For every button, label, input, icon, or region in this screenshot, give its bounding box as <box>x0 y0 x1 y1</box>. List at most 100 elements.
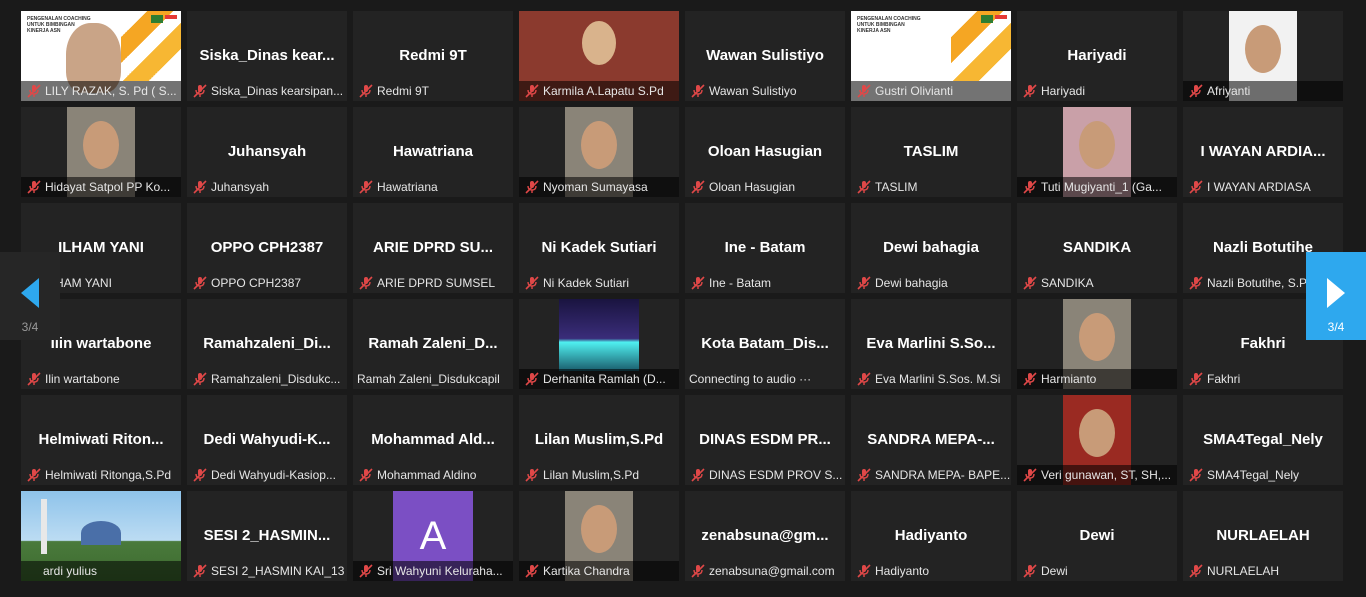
mic-muted-icon <box>1188 564 1204 578</box>
page-indicator-left: 3/4 <box>21 320 39 334</box>
participant-display-name: zenabsuna@gm... <box>701 527 829 544</box>
participant-display-name: SESI 2_HASMIN... <box>203 527 331 544</box>
participant-tile[interactable]: SANDRA MEPA-... SANDRA MEPA- BAPE... <box>851 395 1011 485</box>
participant-tile[interactable]: SANDIKA SANDIKA <box>1017 203 1177 293</box>
participant-tile[interactable]: Kartika Chandra <box>519 491 679 581</box>
page-indicator-right: 3/4 <box>1327 320 1345 334</box>
mic-muted-icon <box>26 84 42 98</box>
participant-tile[interactable]: Ni Kadek Sutiari Ni Kadek Sutiari <box>519 203 679 293</box>
triangle-right-icon <box>1327 278 1345 308</box>
participant-display-name: Mohammad Ald... <box>371 431 495 448</box>
participant-name-label: Ine - Batam <box>709 276 772 290</box>
participant-tile[interactable]: NURLAELAH NURLAELAH <box>1183 491 1343 581</box>
mic-muted-icon <box>358 468 374 482</box>
logo-icon <box>981 15 993 23</box>
mic-muted-icon <box>1022 180 1038 194</box>
participant-tile[interactable]: Afriyanti <box>1183 11 1343 101</box>
mic-muted-icon <box>192 468 208 482</box>
participant-tile[interactable]: Hadiyanto Hadiyanto <box>851 491 1011 581</box>
mic-muted-icon <box>524 276 540 290</box>
participant-tile[interactable]: Lilan Muslim,S.Pd Lilan Muslim,S.Pd <box>519 395 679 485</box>
participant-tile[interactable]: ARIE DPRD SU... ARIE DPRD SUMSEL <box>353 203 513 293</box>
previous-page-button[interactable]: 3/4 <box>0 252 60 340</box>
participant-display-name: Dedi Wahyudi-K... <box>203 431 331 448</box>
participant-name-label: Juhansyah <box>211 180 270 194</box>
participant-tile[interactable]: Tuti Mugiyanti_1 (Ga... <box>1017 107 1177 197</box>
participant-tile[interactable]: Karmila A.Lapatu S.Pd <box>519 11 679 101</box>
participant-display-name: Lilan Muslim,S.Pd <box>534 431 664 448</box>
participant-tile[interactable]: Hidayat Satpol PP Ko... <box>21 107 181 197</box>
next-page-button[interactable]: 3/4 <box>1306 252 1366 340</box>
participant-tile[interactable]: Mohammad Ald... Mohammad Aldino <box>353 395 513 485</box>
participant-tile[interactable]: SMA4Tegal_Nely SMA4Tegal_Nely <box>1183 395 1343 485</box>
mic-muted-icon <box>358 84 374 98</box>
triangle-left-icon <box>21 278 39 308</box>
participant-tile[interactable]: Ramahzaleni_Di... Ramahzaleni_Disdukc... <box>187 299 347 389</box>
participant-name-label: ARIE DPRD SUMSEL <box>377 276 496 290</box>
participant-name-label: SANDIKA <box>1041 276 1094 290</box>
participant-name-label: zenabsuna@gmail.com <box>709 564 835 578</box>
participant-name-label: Dedi Wahyudi-Kasiop... <box>211 468 336 482</box>
participant-tile[interactable]: Oloan Hasugian Oloan Hasugian <box>685 107 845 197</box>
participant-display-name: DINAS ESDM PR... <box>699 431 831 448</box>
participant-name-label: Gustri Olivianti <box>875 84 954 98</box>
participant-tile[interactable]: SESI 2_HASMIN... SESI 2_HASMIN KAI_13 <box>187 491 347 581</box>
participant-tile[interactable]: PENGENALAN COACHING UNTUK BIMBINGAN KINE… <box>851 11 1011 101</box>
mic-muted-icon <box>524 468 540 482</box>
participant-tile[interactable]: Hawatriana Hawatriana <box>353 107 513 197</box>
participant-tile[interactable]: PENGENALAN COACHING UNTUK BIMBINGAN KINE… <box>21 11 181 101</box>
participant-tile[interactable]: TASLIM TASLIM <box>851 107 1011 197</box>
participant-name-label: LILY RAZAK, S. Pd ( S... <box>45 84 177 98</box>
participant-tile[interactable]: Ramah Zaleni_D... Ramah Zaleni_Disdukcapi… <box>353 299 513 389</box>
participant-tile[interactable]: Wawan Sulistiyo Wawan Sulistiyo <box>685 11 845 101</box>
participant-tile[interactable]: Nyoman Sumayasa <box>519 107 679 197</box>
participant-tile[interactable]: zenabsuna@gm... zenabsuna@gmail.com <box>685 491 845 581</box>
participant-tile[interactable]: Juhansyah Juhansyah <box>187 107 347 197</box>
mic-muted-icon <box>26 468 42 482</box>
participant-name-label: Dewi <box>1041 564 1068 578</box>
participant-display-name: Ni Kadek Sutiari <box>541 239 657 256</box>
participant-tile[interactable]: Dedi Wahyudi-K... Dedi Wahyudi-Kasiop... <box>187 395 347 485</box>
participant-tile[interactable]: Helmiwati Riton... Helmiwati Ritonga,S.Pd <box>21 395 181 485</box>
participant-display-name: Hawatriana <box>392 143 474 160</box>
participant-video <box>559 299 639 371</box>
participant-name-label: Wawan Sulistiyo <box>709 84 797 98</box>
participant-name-label: TASLIM <box>875 180 918 194</box>
participant-tile[interactable]: OPPO CPH2387 OPPO CPH2387 <box>187 203 347 293</box>
participant-name-label: SESI 2_HASMIN KAI_13 <box>211 564 345 578</box>
participant-tile[interactable]: Ine - Batam Ine - Batam <box>685 203 845 293</box>
mic-muted-icon <box>690 276 706 290</box>
participant-tile[interactable]: A Sri Wahyuni Keluraha... <box>353 491 513 581</box>
mic-muted-icon <box>192 84 208 98</box>
participant-name-label: Eva Marlini S.Sos. M.Si <box>875 372 1001 386</box>
participant-tile[interactable]: Redmi 9T Redmi 9T <box>353 11 513 101</box>
participant-name-label: Ramahzaleni_Disdukc... <box>211 372 341 386</box>
participant-display-name: SANDIKA <box>1062 239 1132 256</box>
participant-tile[interactable]: Derhanita Ramlah (D... <box>519 299 679 389</box>
participant-tile[interactable]: Siska_Dinas kear... Siska_Dinas kearsipan… <box>187 11 347 101</box>
participant-tile[interactable]: DINAS ESDM PR... DINAS ESDM PROV S... <box>685 395 845 485</box>
flag-icon <box>995 15 1007 23</box>
mic-muted-icon <box>524 84 540 98</box>
participant-tile[interactable]: Veri gunawan, ST, SH,... <box>1017 395 1177 485</box>
participant-tile[interactable]: Harmianto <box>1017 299 1177 389</box>
participant-display-name: Kota Batam_Dis... <box>701 335 829 352</box>
mic-muted-icon <box>26 372 42 386</box>
participant-name-label: Sri Wahyuni Keluraha... <box>377 564 503 578</box>
participant-name-label: Ni Kadek Sutiari <box>543 276 630 290</box>
participant-name-label: Karmila A.Lapatu S.Pd <box>543 84 664 98</box>
flag-icon <box>165 15 177 23</box>
participant-tile[interactable]: I WAYAN ARDIA... I WAYAN ARDIASA <box>1183 107 1343 197</box>
participant-name-label: Afriyanti <box>1207 84 1251 98</box>
participant-tile[interactable]: Dewi bahagia Dewi bahagia <box>851 203 1011 293</box>
participant-display-name: Ramahzaleni_Di... <box>203 335 331 352</box>
participant-tile[interactable]: Dewi Dewi <box>1017 491 1177 581</box>
participant-tile[interactable]: ardi yulius <box>21 491 181 581</box>
mic-muted-icon <box>192 564 208 578</box>
participant-tile[interactable]: Kota Batam_Dis... Connecting to audio ··· <box>685 299 845 389</box>
participant-display-name: OPPO CPH2387 <box>210 239 324 256</box>
logo-icon <box>151 15 163 23</box>
participant-tile[interactable]: Hariyadi Hariyadi <box>1017 11 1177 101</box>
mic-muted-icon <box>1188 180 1204 194</box>
participant-tile[interactable]: Eva Marlini S.So... Eva Marlini S.Sos. M.… <box>851 299 1011 389</box>
